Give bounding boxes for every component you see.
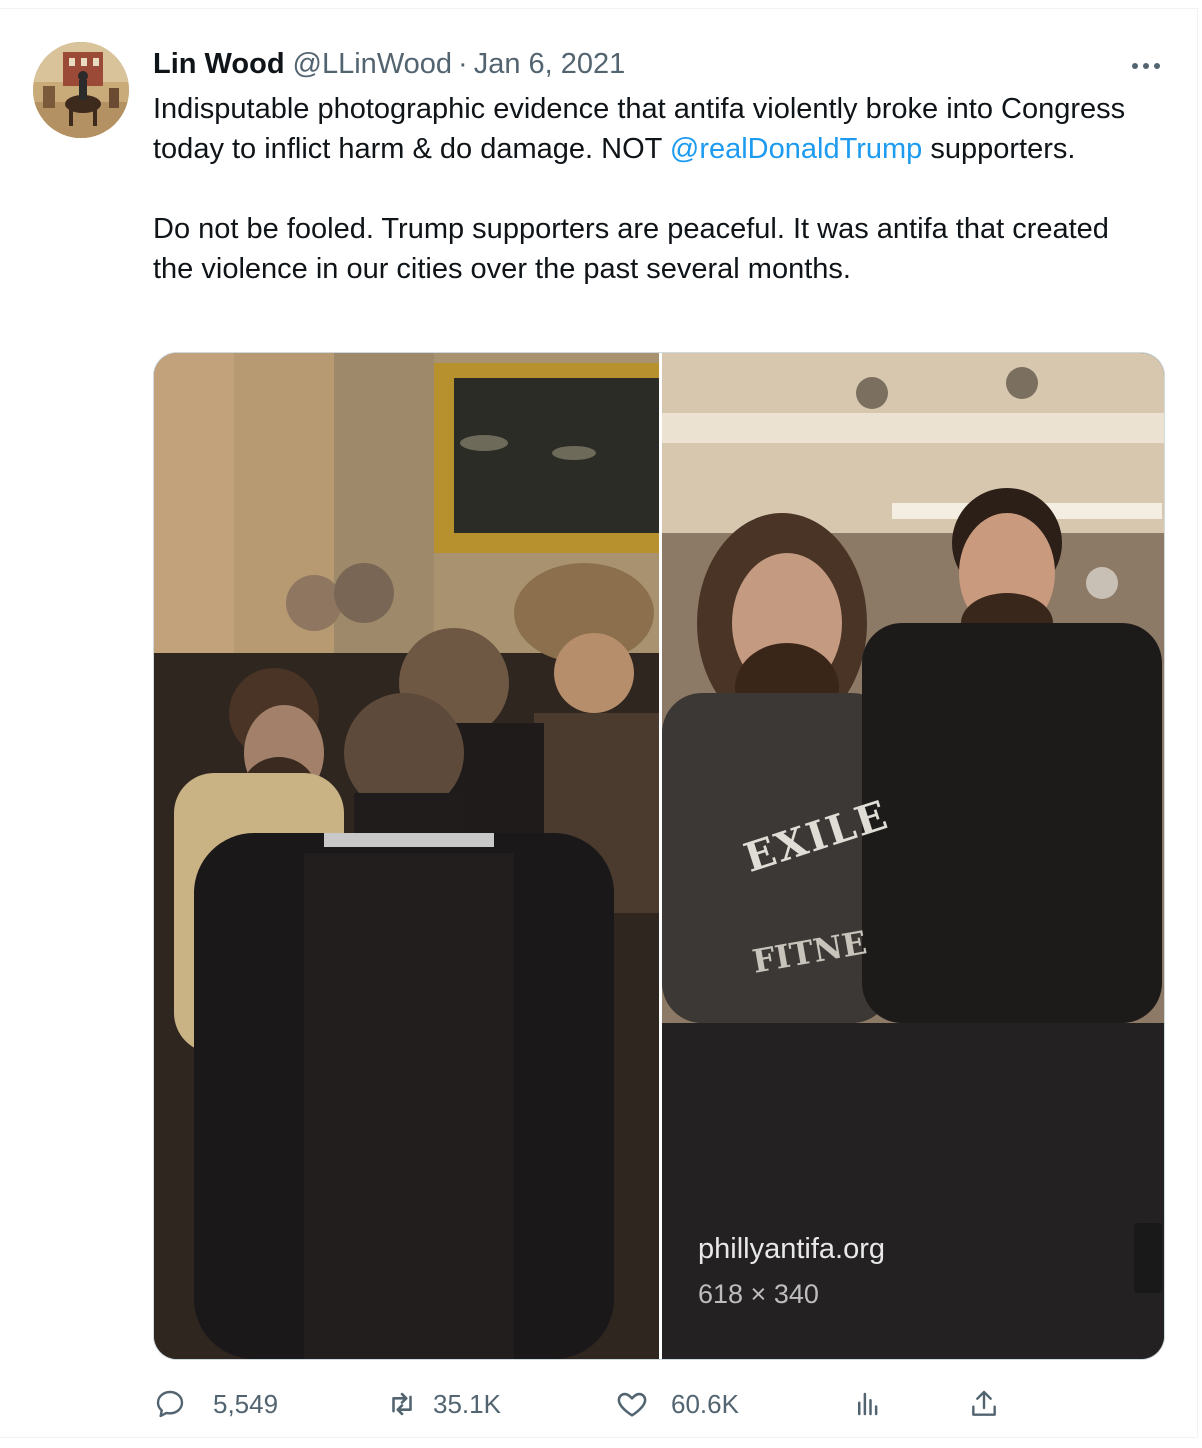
media-photo-right[interactable]: EXILE FITNE [662,353,1164,1359]
tweet-card[interactable]: Lin Wood @LLinWood · Jan 6, 2021 Indispu… [0,8,1198,1438]
image-source-caption: phillyantifa.org [698,1233,885,1265]
header-separator: · [458,48,468,80]
more-options-button[interactable] [1124,47,1168,83]
share-icon [967,1387,1001,1421]
more-horizontal-icon [1130,56,1163,74]
avatar-horseman-icon [33,42,129,138]
analytics-icon [851,1387,885,1421]
retweet-count: 35.1K [433,1388,501,1419]
mention-link[interactable]: @realDonaldTrump [670,133,922,165]
media-photo-left[interactable] [154,353,659,1359]
like-count: 60.6K [671,1388,739,1419]
reply-button[interactable]: 5,549 [153,1379,278,1429]
retweet-button[interactable]: 35.1K [385,1379,501,1429]
author-handle[interactable]: @LLinWood [293,45,453,83]
like-button[interactable]: 60.6K [615,1379,739,1429]
tweet-date[interactable]: Jan 6, 2021 [474,45,626,83]
reply-icon [153,1387,187,1421]
tweet-media[interactable]: EXILE FITNE phillyantifa.org 618 × 340 [153,352,1165,1360]
tweet-paragraph-1: Indisputable photographic evidence that … [153,89,1153,169]
tweet-header: Lin Wood @LLinWood · Jan 6, 2021 [153,45,625,85]
views-button[interactable] [851,1379,885,1429]
reply-count: 5,549 [213,1388,279,1419]
author-display-name[interactable]: Lin Wood [153,45,285,83]
tweet-paragraph-2: Do not be fooled. Trump supporters are p… [153,213,1109,285]
tweet-text-part-2: supporters. [922,133,1076,165]
author-avatar[interactable] [33,42,129,138]
share-button[interactable] [967,1379,1001,1429]
tweet-actions: 5,549 35.1K 60.6K [153,1379,1033,1429]
heart-icon [615,1387,649,1421]
retweet-icon [385,1387,419,1421]
tweet-text: Indisputable photographic evidence that … [153,89,1153,289]
image-dimensions-caption: 618 × 340 [698,1279,819,1309]
